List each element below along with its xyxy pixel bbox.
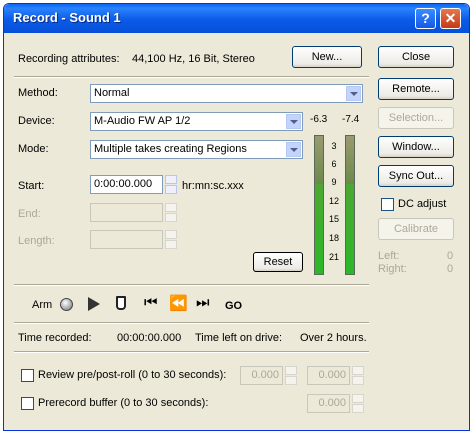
- review-checkbox[interactable]: [21, 369, 34, 382]
- start-input[interactable]: 0:00:00.000: [90, 175, 163, 194]
- time-recorded-value: 00:00:00.000: [117, 332, 182, 344]
- device-value: M-Audio FW AP 1/2: [94, 115, 191, 127]
- go-to-start-icon[interactable]: ⏮: [144, 294, 158, 311]
- prerecord-spinner[interactable]: [352, 394, 365, 413]
- meter-tick: 21: [328, 252, 339, 262]
- end-label: End:: [18, 208, 41, 220]
- chevron-down-icon[interactable]: [286, 114, 301, 129]
- mode-value: Multiple takes creating Regions: [94, 143, 247, 155]
- spin-up-icon[interactable]: [352, 366, 364, 375]
- mode-select[interactable]: Multiple takes creating Regions: [90, 140, 303, 159]
- method-value: Normal: [94, 87, 130, 99]
- go-button[interactable]: GO: [225, 300, 242, 312]
- divider: [14, 284, 369, 286]
- remote-button[interactable]: Remote...: [378, 78, 454, 100]
- window-title: Record - Sound 1: [13, 10, 121, 25]
- device-label: Device:: [18, 115, 55, 127]
- question-mark-icon: ?: [421, 10, 430, 26]
- spin-up-icon[interactable]: [352, 394, 364, 403]
- time-format-label: hr:mn:sc.xxx: [182, 180, 244, 192]
- chevron-down-icon[interactable]: [346, 86, 361, 101]
- window-close-button[interactable]: ✕: [440, 8, 461, 29]
- method-label: Method:: [18, 87, 58, 99]
- right-level-label: Right:: [378, 263, 407, 275]
- meter-tick: 9: [331, 177, 337, 187]
- device-select[interactable]: M-Audio FW AP 1/2: [90, 112, 303, 131]
- start-label: Start:: [18, 180, 45, 192]
- review-post-input[interactable]: 0.000: [307, 366, 350, 385]
- time-left-label: Time left on drive:: [195, 332, 283, 344]
- spin-up-icon[interactable]: [165, 203, 177, 212]
- prerecord-input[interactable]: 0.000: [307, 394, 350, 413]
- spin-down-icon[interactable]: [285, 376, 297, 385]
- left-level-label: Left:: [378, 250, 400, 262]
- pause-icon[interactable]: [116, 296, 126, 310]
- meter-tick: 6: [331, 159, 337, 169]
- left-peak-readout: -6.3: [310, 114, 328, 125]
- rewind-icon[interactable]: ⏪: [169, 294, 188, 312]
- selection-button[interactable]: Selection...: [378, 107, 454, 129]
- length-label: Length:: [18, 235, 55, 247]
- right-level-value: 0: [447, 263, 454, 275]
- close-icon: ✕: [444, 10, 457, 26]
- spin-up-icon[interactable]: [285, 366, 297, 375]
- spin-down-icon[interactable]: [352, 376, 364, 385]
- length-spinner[interactable]: [165, 230, 178, 249]
- chevron-down-icon[interactable]: [286, 142, 301, 157]
- arm-label: Arm: [32, 299, 53, 311]
- go-to-end-icon[interactable]: ⏭: [196, 294, 210, 311]
- new-button[interactable]: New...: [292, 46, 362, 68]
- time-recorded-label: Time recorded:: [18, 332, 92, 344]
- right-peak-readout: -7.4: [342, 114, 360, 125]
- spin-up-icon[interactable]: [165, 230, 177, 239]
- divider: [14, 351, 369, 353]
- prerecord-label: Prerecord buffer (0 to 30 seconds):: [38, 397, 209, 409]
- time-left-value: Over 2 hours.: [300, 332, 367, 344]
- divider: [14, 76, 369, 78]
- record-button[interactable]: [60, 298, 73, 311]
- divider: [14, 322, 369, 324]
- recording-attributes-value: 44,100 Hz, 16 Bit, Stereo: [132, 53, 255, 65]
- start-spinner[interactable]: [165, 175, 178, 194]
- dc-adjust-checkbox[interactable]: [381, 198, 394, 211]
- review-label: Review pre/post-roll (0 to 30 seconds):: [38, 369, 227, 381]
- meter-tick: 15: [328, 214, 339, 224]
- left-level-meter: [314, 135, 324, 275]
- spin-down-icon[interactable]: [165, 185, 177, 194]
- record-dialog: Record - Sound 1 ? ✕ Recording attribute…: [3, 3, 470, 431]
- method-select[interactable]: Normal: [90, 84, 363, 103]
- sync-out-button[interactable]: Sync Out...: [378, 165, 454, 187]
- title-bar[interactable]: Record - Sound 1 ? ✕: [4, 4, 469, 33]
- review-post-spinner[interactable]: [352, 366, 365, 385]
- mode-label: Mode:: [18, 143, 49, 155]
- end-input[interactable]: [90, 203, 163, 222]
- spin-down-icon[interactable]: [352, 404, 364, 413]
- length-input[interactable]: [90, 230, 163, 249]
- spin-down-icon[interactable]: [165, 213, 177, 222]
- spin-down-icon[interactable]: [165, 240, 177, 249]
- prerecord-checkbox[interactable]: [21, 397, 34, 410]
- close-button[interactable]: Close: [378, 46, 454, 68]
- review-pre-spinner[interactable]: [285, 366, 298, 385]
- play-icon[interactable]: [88, 297, 100, 311]
- dc-adjust-label: DC adjust: [398, 198, 447, 210]
- end-spinner[interactable]: [165, 203, 178, 222]
- meter-tick: 3: [331, 141, 337, 151]
- left-level-value: 0: [447, 250, 454, 262]
- calibrate-button[interactable]: Calibrate: [378, 218, 454, 240]
- meter-tick: 12: [328, 196, 339, 206]
- meter-tick: 18: [328, 233, 339, 243]
- help-button[interactable]: ?: [415, 8, 436, 29]
- recording-attributes-label: Recording attributes:: [18, 53, 120, 65]
- spin-up-icon[interactable]: [165, 175, 177, 184]
- window-button[interactable]: Window...: [378, 136, 454, 158]
- reset-button[interactable]: Reset: [253, 252, 303, 272]
- right-level-meter: [345, 135, 355, 275]
- review-pre-input[interactable]: 0.000: [240, 366, 283, 385]
